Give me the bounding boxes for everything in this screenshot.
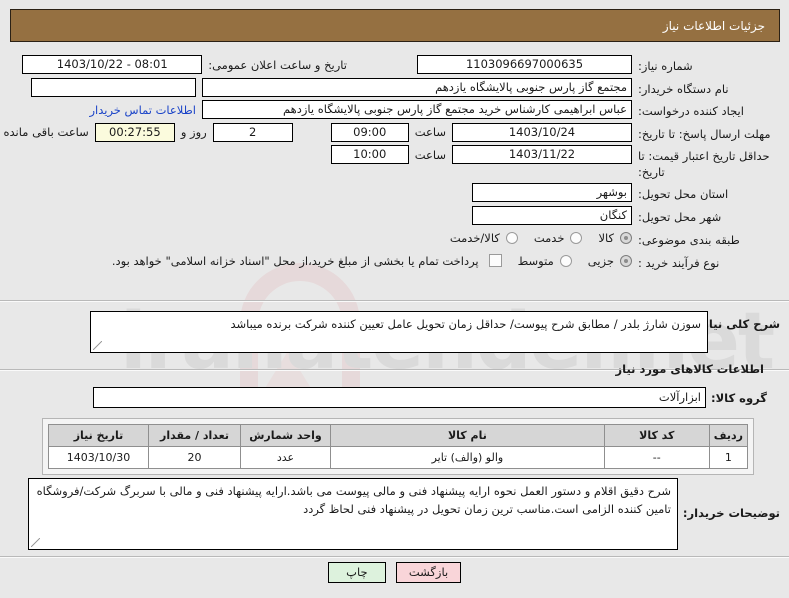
cell-unit: عدد [240,446,331,469]
need-number-label: شماره نیاز: [638,59,693,73]
radio-category-khedmat[interactable] [570,232,583,245]
need-number-input[interactable]: 1103096697000635 [417,55,632,74]
goods-section-title: اطلاعات کالاهای مورد نیاز [615,362,764,376]
buyer-notes-label: توضیحات خریدار: [682,506,780,520]
price-validity-date-input[interactable]: 1403/11/22 [452,145,632,165]
goods-table-wrapper: ردیف کد کالا نام کالا واحد شمارش تعداد /… [42,418,754,475]
radio-purchase-motevasset-label: متوسط [517,253,554,268]
row-response-deadline: مهلت ارسال پاسخ: تا تاریخ: 1403/10/24 سا… [4,122,780,143]
row-subject-category: طبقه بندی موضوعی: کالا خدمت کالا/خدمت [10,229,780,249]
buyer-notes-textarea[interactable]: شرح دقیق اقلام و دستور العمل نحوه ارایه … [28,478,678,550]
back-button[interactable]: بازگشت [395,562,462,583]
response-deadline-label: مهلت ارسال پاسخ: تا تاریخ: [638,126,771,141]
delivery-city-input[interactable]: کنگان [472,205,632,225]
row-price-validity: حداقل تاریخ اعتبار قیمت: تا تاریخ: 1403/… [10,145,780,180]
delivery-province-input[interactable]: بوشهر [472,183,632,203]
buyer-org-secondary-input[interactable] [31,77,196,97]
remaining-days-label: روز و [180,125,207,140]
delivery-province-label: استان محل تحویل: [638,187,729,202]
radio-category-kala-label: کالا [598,231,614,246]
checkbox-islamic-treasury-label: پرداخت تمام یا بخشی از مبلغ خرید،از محل … [111,253,479,268]
table-header-row: ردیف کد کالا نام کالا واحد شمارش تعداد /… [48,424,749,447]
price-validity-time-input[interactable]: 10:00 [330,145,409,165]
page-title: جزئیات اطلاعات نیاز [662,18,765,33]
radio-purchase-motevasset[interactable] [559,254,572,267]
subject-category-label: طبقه بندی موضوعی: [638,233,740,248]
remaining-time-label: ساعت باقی مانده [3,125,89,140]
cell-code: -- [603,446,710,469]
need-details-form: شماره نیاز: 1103096697000635 تاریخ و ساع… [4,55,780,274]
th-code: کد کالا [603,424,710,447]
row-delivery-province: استان محل تحویل: بوشهر [10,183,780,203]
announce-datetime-input[interactable]: 1403/10/22 - 08:01 [22,55,203,74]
radio-purchase-jozei[interactable] [620,254,632,267]
divider-bottom [0,556,789,558]
goods-table: ردیف کد کالا نام کالا واحد شمارش تعداد /… [48,424,749,469]
th-name: نام کالا [330,424,605,447]
row-requester: ایجاد کننده درخواست: عباس ابراهیمی کارشن… [10,100,780,120]
cell-need-date: 1403/10/30 [48,446,149,469]
th-row-no: ردیف [708,424,749,447]
price-validity-time-label: ساعت [414,147,446,162]
radio-category-kala-khedmat[interactable] [505,232,518,245]
buyer-notes-section: توضیحات خریدار: شرح دقیق اقلام و دستور ا… [10,478,780,550]
cell-name: والو (والف) تایر [330,446,605,469]
th-need-date: تاریخ نیاز [48,424,149,447]
th-unit: واحد شمارش [240,424,331,447]
announce-datetime-label: تاریخ و ساعت اعلان عمومی: [208,57,347,72]
row-need-number: شماره نیاز: 1103096697000635 تاریخ و ساع… [10,55,780,75]
summary-textarea[interactable]: سوزن شارژ بلدر / مطابق شرح پیوست/ حداقل … [90,311,708,353]
radio-category-khedmat-label: خدمت [533,231,565,246]
radio-category-kala-khedmat-label: کالا/خدمت [449,231,500,246]
buyer-org-input[interactable]: مجتمع گاز پارس جنوبی پالایشگاه یازدهم [202,77,632,97]
cell-quantity: 20 [148,446,241,469]
response-deadline-time-input[interactable]: 09:00 [330,122,409,142]
response-deadline-time-label: ساعت [414,125,446,140]
goods-group-row: گروه کالا: ابزارآلات [10,387,780,408]
radio-purchase-jozei-label: جزیی [587,253,614,268]
radio-category-kala[interactable] [620,232,632,245]
remaining-time-value: 00:27:55 [94,122,175,142]
checkbox-islamic-treasury[interactable] [488,254,502,268]
summary-section: شرح کلی نیاز: سوزن شارژ بلدر / مطابق شرح… [10,311,780,353]
print-button[interactable]: چاپ [327,562,386,583]
goods-group-input[interactable]: ابزارآلات [93,387,706,408]
price-validity-label: حداقل تاریخ اعتبار قیمت: تا تاریخ: [638,149,770,179]
requester-label: ایجاد کننده درخواست: [638,104,744,119]
delivery-city-label: شهر محل تحویل: [638,209,722,224]
row-buyer-org: نام دستگاه خریدار: مجتمع گاز پارس جنوبی … [10,77,780,98]
remaining-days-input: 2 [212,122,293,142]
cell-row-no: 1 [708,446,749,469]
summary-label: شرح کلی نیاز: [697,317,780,331]
row-purchase-type: نوع فرآیند خرید : جزیی متوسط پرداخت تمام… [10,252,780,272]
divider-top [0,300,789,302]
th-quantity: تعداد / مقدار [148,424,241,447]
row-delivery-city: شهر محل تحویل: کنگان [10,205,780,226]
purchase-type-label: نوع فرآیند خرید : [638,255,720,270]
window-title-bar: جزئیات اطلاعات نیاز [10,9,780,42]
buyer-org-label: نام دستگاه خریدار: [638,81,729,96]
goods-group-label: گروه کالا: [711,390,767,405]
requester-input[interactable]: عباس ابراهیمی کارشناس خرید مجتمع گاز پار… [202,100,632,120]
page-root: iranatender.net جزئیات اطلاعات نیاز شمار… [0,0,789,598]
response-deadline-date-input[interactable]: 1403/10/24 [452,122,632,142]
table-row: 1 -- والو (والف) تایر عدد 20 1403/10/30 [48,446,749,469]
footer-buttons: بازگشت چاپ [0,562,789,583]
buyer-contact-link[interactable]: اطلاعات تماس خریدار [89,103,196,117]
